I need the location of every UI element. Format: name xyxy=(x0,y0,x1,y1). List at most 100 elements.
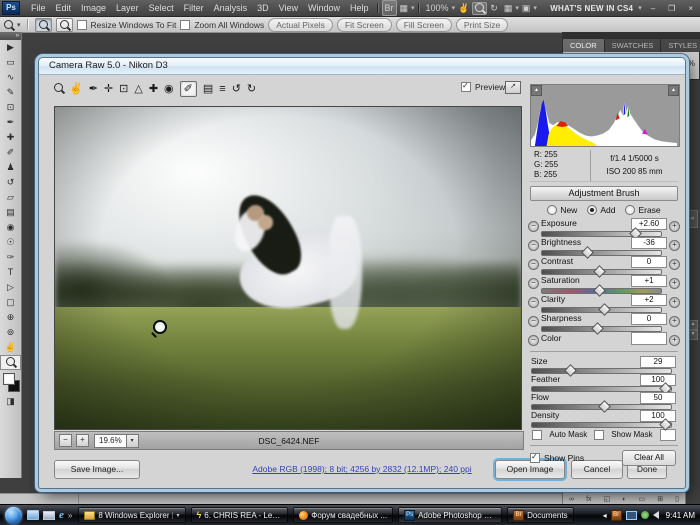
show-mask-checkbox[interactable] xyxy=(594,430,604,440)
zoom-all-windows-checkbox[interactable] xyxy=(180,20,190,30)
density-slider[interactable] xyxy=(531,422,672,428)
photoshop-logo-icon[interactable]: Ps xyxy=(2,1,20,15)
screen-mode-icon[interactable]: ▣ xyxy=(519,1,534,15)
close-button[interactable]: × xyxy=(684,4,697,13)
print-size-button[interactable]: Print Size xyxy=(456,18,508,32)
flyout-menu-icon[interactable]: ≡ xyxy=(219,82,225,96)
quick-selection-tool[interactable]: ✎ xyxy=(0,85,21,100)
eyedropper-tool[interactable]: ✒ xyxy=(0,115,21,130)
mail-icon[interactable] xyxy=(43,511,55,520)
straighten-tool[interactable]: △ xyxy=(134,82,142,96)
new-layer-icon[interactable]: ⊞ xyxy=(657,495,663,503)
lasso-tool[interactable]: ∿ xyxy=(0,70,21,85)
quick-launch-overflow-icon[interactable]: » xyxy=(68,511,72,520)
arrange-documents-icon[interactable]: ▦ xyxy=(501,1,516,15)
brush-tool[interactable]: ✐ xyxy=(0,145,21,160)
volume-icon[interactable] xyxy=(653,511,659,519)
fill-screen-button[interactable]: Fill Screen xyxy=(396,18,452,32)
tray-bridge-icon[interactable]: Br xyxy=(611,510,622,521)
menu-analysis[interactable]: Analysis xyxy=(209,3,253,13)
exposure-decrease-button[interactable] xyxy=(528,221,539,232)
taskbar-button-explorer[interactable]: 8 Windows Explorer ▾ xyxy=(78,507,185,523)
3d-rotate-tool[interactable]: ⊕ xyxy=(0,310,21,325)
hand-tool[interactable]: ✌ xyxy=(0,340,21,355)
healing-brush-tool[interactable]: ✚ xyxy=(0,130,21,145)
sharpness-decrease-button[interactable] xyxy=(528,316,539,327)
size-value[interactable]: 29 xyxy=(640,356,676,368)
delete-layer-icon[interactable]: ▯ xyxy=(675,495,679,503)
adjustment-brush-tool[interactable]: ✐ xyxy=(180,81,197,97)
tray-expand-icon[interactable]: ◂ xyxy=(603,511,607,520)
shadow-clipping-icon[interactable]: ▲ xyxy=(531,85,542,96)
clarity-value[interactable]: +2 xyxy=(631,294,667,306)
restore-button[interactable]: ❐ xyxy=(664,4,679,13)
taskbar-button-documents[interactable]: Br Documents xyxy=(507,507,573,523)
update-icon[interactable] xyxy=(641,511,649,519)
taskbar-button-firefox[interactable]: Форум свадебных ... xyxy=(293,507,393,523)
menu-select[interactable]: Select xyxy=(144,3,179,13)
menu-help[interactable]: Help xyxy=(345,3,374,13)
minimize-button[interactable]: – xyxy=(647,4,659,13)
workspace-switcher[interactable]: WHAT'S NEW IN CS4 xyxy=(550,4,633,13)
dodge-tool[interactable]: ☉ xyxy=(0,235,21,250)
layer-group-icon[interactable]: ▭ xyxy=(639,495,646,503)
sharpness-value[interactable]: 0 xyxy=(631,313,667,325)
image-preview[interactable] xyxy=(54,106,522,430)
quick-mask-button[interactable]: ◨ xyxy=(0,394,21,409)
taskbar-button-photoshop[interactable]: Ps Adobe Photoshop C... xyxy=(398,507,502,523)
zoom-in-button[interactable] xyxy=(35,18,52,32)
white-balance-tool[interactable]: ✒ xyxy=(89,82,98,96)
save-image-button[interactable]: Save Image... xyxy=(54,460,140,479)
dialog-title-bar[interactable]: Camera Raw 5.0 - Nikon D3 xyxy=(39,58,685,75)
zoom-level[interactable]: 100% xyxy=(423,1,452,15)
radio-add[interactable] xyxy=(587,205,597,215)
contrast-increase-button[interactable] xyxy=(669,259,680,270)
layer-mask-icon[interactable]: ◱ xyxy=(604,495,611,503)
view-extras-icon[interactable]: ▦ xyxy=(397,1,412,15)
tab-swatches[interactable]: SWATCHES xyxy=(605,39,662,52)
adjustment-layer-icon[interactable]: ◐ xyxy=(622,496,626,503)
color-picker-swatch[interactable] xyxy=(631,332,667,345)
adjustment-brush-pin[interactable] xyxy=(153,320,167,334)
preview-checkbox[interactable] xyxy=(461,82,471,92)
workflow-options-link[interactable]: Adobe RGB (1998); 8 bit; 4256 by 2832 (1… xyxy=(189,464,535,474)
rotate-ccw-button[interactable]: ↺ xyxy=(232,82,241,96)
path-selection-tool[interactable]: ▷ xyxy=(0,280,21,295)
exposure-increase-button[interactable] xyxy=(669,221,680,232)
zoom-tool[interactable] xyxy=(54,82,63,96)
color-increase-button[interactable] xyxy=(669,335,680,346)
saturation-value[interactable]: +1 xyxy=(631,275,667,287)
red-eye-tool[interactable]: ◉ xyxy=(164,82,174,96)
auto-mask-checkbox[interactable] xyxy=(532,430,542,440)
fit-screen-button[interactable]: Fit Screen xyxy=(337,18,392,32)
menu-file[interactable]: File xyxy=(26,3,51,13)
crop-tool[interactable]: ⊡ xyxy=(119,82,128,96)
actual-pixels-button[interactable]: Actual Pixels xyxy=(268,18,333,32)
density-value[interactable]: 100 xyxy=(640,410,676,422)
menu-window[interactable]: Window xyxy=(303,3,345,13)
scroll-down-button[interactable]: ▼ xyxy=(688,330,698,340)
brightness-increase-button[interactable] xyxy=(669,240,680,251)
saturation-decrease-button[interactable] xyxy=(528,278,539,289)
pen-tool[interactable]: ✑ xyxy=(0,250,21,265)
brightness-decrease-button[interactable] xyxy=(528,240,539,251)
graduated-filter-tool[interactable]: ▤ xyxy=(203,82,213,96)
color-sampler-tool[interactable]: ✛ xyxy=(104,82,113,96)
contrast-decrease-button[interactable] xyxy=(528,259,539,270)
menu-view[interactable]: View xyxy=(274,3,303,13)
mask-color-swatch[interactable] xyxy=(660,429,676,441)
saturation-increase-button[interactable] xyxy=(669,278,680,289)
flow-value[interactable]: 50 xyxy=(640,392,676,404)
internet-explorer-icon[interactable]: e xyxy=(59,509,64,521)
tab-styles[interactable]: STYLES xyxy=(661,39,700,52)
expand-dock-chevron[interactable]: « xyxy=(687,210,698,228)
3d-orbit-tool[interactable]: ⊚ xyxy=(0,325,21,340)
clarity-decrease-button[interactable] xyxy=(528,297,539,308)
menu-3d[interactable]: 3D xyxy=(252,3,274,13)
type-tool[interactable]: T xyxy=(0,265,21,280)
marquee-tool[interactable]: ▭ xyxy=(0,55,21,70)
radio-new[interactable] xyxy=(547,205,557,215)
zoom-tool-icon[interactable] xyxy=(4,20,13,29)
clear-all-button[interactable]: Clear All xyxy=(622,450,676,466)
launch-bridge-icon[interactable]: Br xyxy=(382,0,397,16)
